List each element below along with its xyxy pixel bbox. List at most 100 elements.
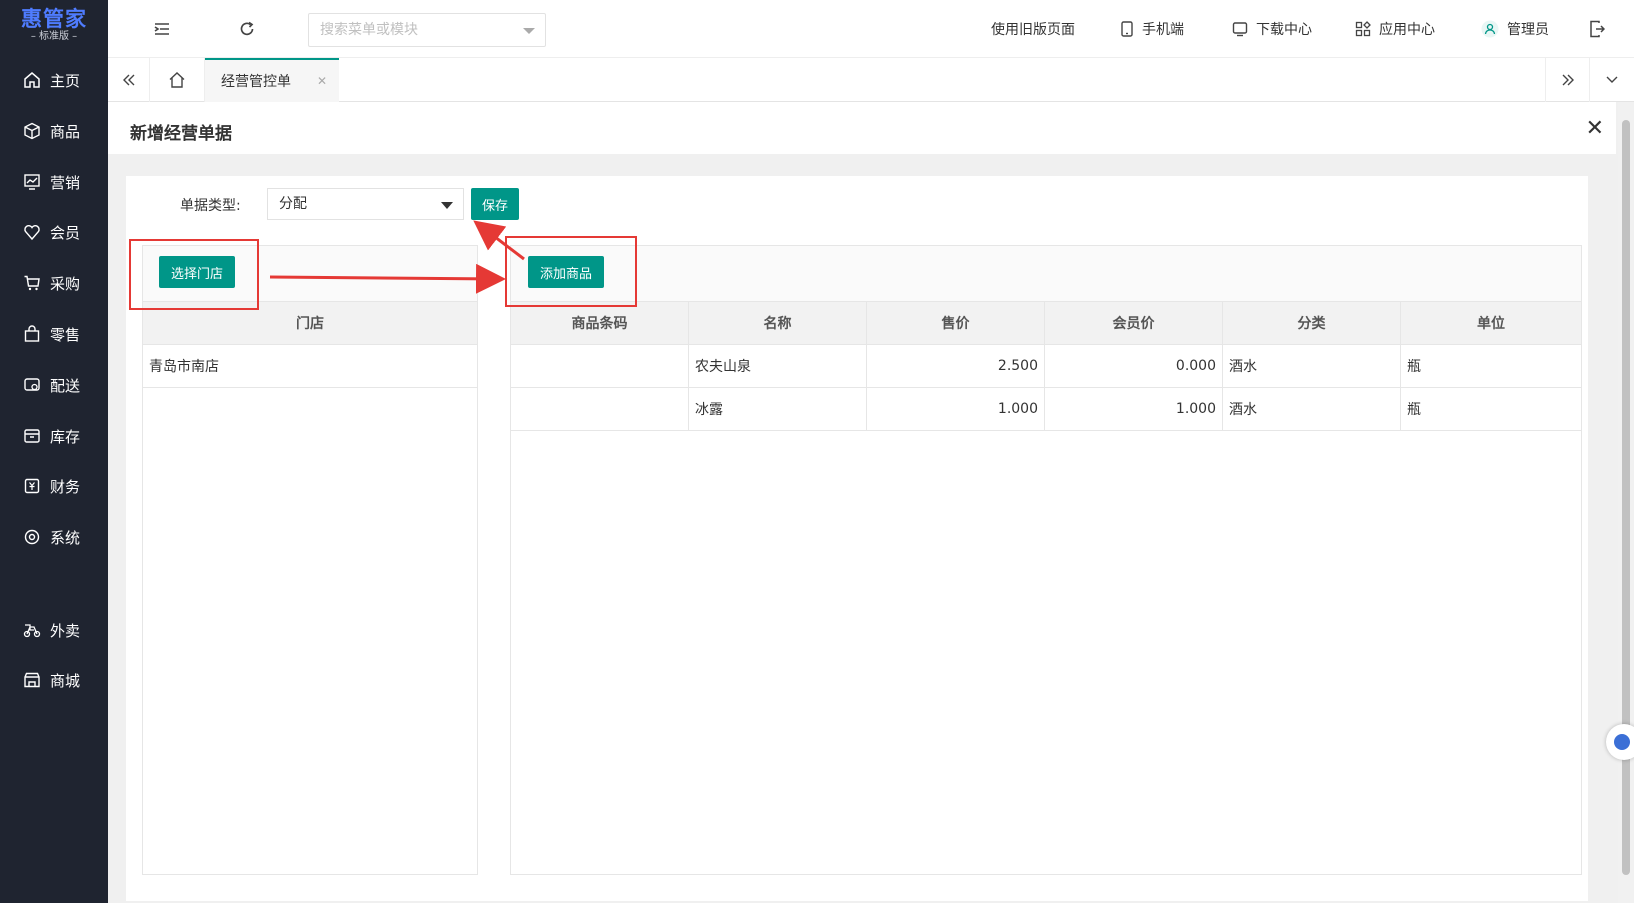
store-table: 门店 青岛市南店 [142,245,478,875]
tab-business-control[interactable]: 经营管控单 ✕ [205,58,339,102]
table-row[interactable]: 青岛市南店 [143,345,477,388]
select-store-button[interactable]: 选择门店 [159,256,235,288]
store-column-header: 门店 [296,316,324,332]
sidebar-item-home[interactable]: 主页 [0,60,108,100]
unit-cell: 瓶 [1407,359,1421,375]
monitor-icon [1232,21,1248,37]
user-menu[interactable]: 管理员 [1481,19,1549,39]
heart-icon [22,222,42,242]
sidebar-item-label: 系统 [50,528,81,547]
table-row[interactable]: 农夫山泉 2.500 0.000 酒水 瓶 [511,345,1581,388]
col-price-header: 售价 [867,302,1045,344]
brand-logo[interactable]: 惠管家 – 标准版 – [0,0,108,52]
sidebar-item-finance[interactable]: 财务 [0,466,108,506]
tab-menu-chevron-down-icon[interactable] [1590,58,1634,102]
sidebar-item-label: 营销 [50,173,81,192]
goods-table-header: 商品条码 名称 售价 会员价 分类 单位 [511,302,1581,345]
bag-icon [22,324,42,344]
doc-type-select[interactable]: 分配 [267,188,464,220]
sidebar-item-delivery[interactable]: 配送 [0,365,108,405]
floating-assistant-icon[interactable] [1606,724,1634,760]
goods-toolbar [511,246,1581,302]
save-button[interactable]: 保存 [471,188,519,220]
goods-table: 商品条码 名称 售价 会员价 分类 单位 农夫山泉 2.500 0.000 酒水… [510,245,1582,875]
category-cell: 酒水 [1223,388,1401,430]
col-barcode-header: 商品条码 [511,302,689,344]
old-version-label: 使用旧版页面 [991,22,1075,38]
app-center-label: 应用中心 [1379,22,1435,38]
add-goods-button[interactable]: 添加商品 [528,256,604,288]
shop-icon [22,670,42,690]
search-placeholder: 搜索菜单或模块 [320,22,418,38]
member-price-cell: 1.000 [1045,388,1223,430]
doc-type-value: 分配 [279,196,307,212]
member-price-cell: 0.000 [1045,345,1223,387]
download-center-label: 下载中心 [1256,22,1312,38]
yen-icon [22,476,42,496]
search-input[interactable]: 搜索菜单或模块 [308,13,546,47]
refresh-icon[interactable] [236,18,258,40]
price-cell: 1.000 [867,388,1045,430]
tab-bar: 经营管控单 ✕ [108,58,1634,102]
cart-icon [22,273,42,293]
page-title: 新增经营单据 [130,124,232,144]
apps-grid-icon [1355,21,1371,37]
sidebar-item-goods[interactable]: 商品 [0,111,108,151]
mobile-link[interactable]: 手机端 [1120,19,1184,39]
sidebar-item-label: 外卖 [50,621,81,640]
sidebar-item-member[interactable]: 会员 [0,212,108,252]
panel-header: 新增经营单据 ✕ [108,102,1616,154]
tab-home-icon[interactable] [150,58,205,102]
sidebar-item-system[interactable]: 系统 [0,517,108,557]
download-center-link[interactable]: 下载中心 [1232,19,1312,39]
chevron-down-icon [523,28,535,34]
sidebar-item-label: 主页 [50,71,81,90]
tab-scroll-left-icon[interactable] [108,58,150,102]
sidebar-item-label: 配送 [50,376,81,395]
sidebar-item-label: 库存 [50,427,81,446]
col-name-header: 名称 [689,302,867,344]
delivery-icon [22,375,42,395]
tab-scroll-right-icon[interactable] [1545,58,1590,102]
sidebar-item-label: 商城 [50,671,81,690]
sidebar-item-label: 财务 [50,477,81,496]
app-root: 惠管家 – 标准版 – 主页 商品 营销 会员 采购 零售 配送 库存 财务 系… [0,0,1634,903]
sidebar-item-label: 会员 [50,223,81,242]
sidebar-item-takeout[interactable]: 外卖 [0,610,108,650]
settings-icon [22,527,42,547]
top-bar: 搜索菜单或模块 使用旧版页面 手机端 下载中心 应用中心 管理员 [108,0,1634,58]
user-avatar-icon [1481,20,1499,38]
chart-icon [22,172,42,192]
app-center-link[interactable]: 应用中心 [1355,19,1435,39]
name-cell: 农夫山泉 [689,345,867,387]
col-member-price-header: 会员价 [1045,302,1223,344]
box-icon [22,426,42,446]
user-name: 管理员 [1507,22,1549,38]
sidebar-item-retail[interactable]: 零售 [0,314,108,354]
sidebar-item-label: 商品 [50,122,81,141]
sidebar-item-label: 零售 [50,325,81,344]
menu-toggle-icon[interactable] [151,18,173,40]
logout-icon[interactable] [1586,18,1608,40]
sidebar-item-marketing[interactable]: 营销 [0,162,108,202]
old-version-link[interactable]: 使用旧版页面 [991,19,1075,39]
bike-icon [22,620,42,640]
chevron-down-icon [441,202,453,209]
store-name-cell: 青岛市南店 [149,359,219,375]
store-table-header: 门店 [143,302,477,345]
table-row[interactable]: 冰露 1.000 1.000 酒水 瓶 [511,388,1581,431]
sidebar-item-inventory[interactable]: 库存 [0,416,108,456]
sidebar-item-purchase[interactable]: 采购 [0,263,108,303]
scrollbar-thumb[interactable] [1622,120,1630,875]
sidebar-item-mall[interactable]: 商城 [0,660,108,700]
barcode-cell [511,345,689,387]
brand-edition: – 标准版 – [30,31,78,42]
close-icon[interactable]: ✕ [317,74,327,88]
col-unit-header: 单位 [1477,316,1505,332]
doc-type-label: 单据类型: [180,198,241,214]
col-category-header: 分类 [1223,302,1401,344]
page-scrollbar[interactable] [1618,102,1634,903]
close-panel-icon[interactable]: ✕ [1586,116,1604,141]
cube-icon [22,121,42,141]
mobile-label: 手机端 [1142,22,1184,38]
